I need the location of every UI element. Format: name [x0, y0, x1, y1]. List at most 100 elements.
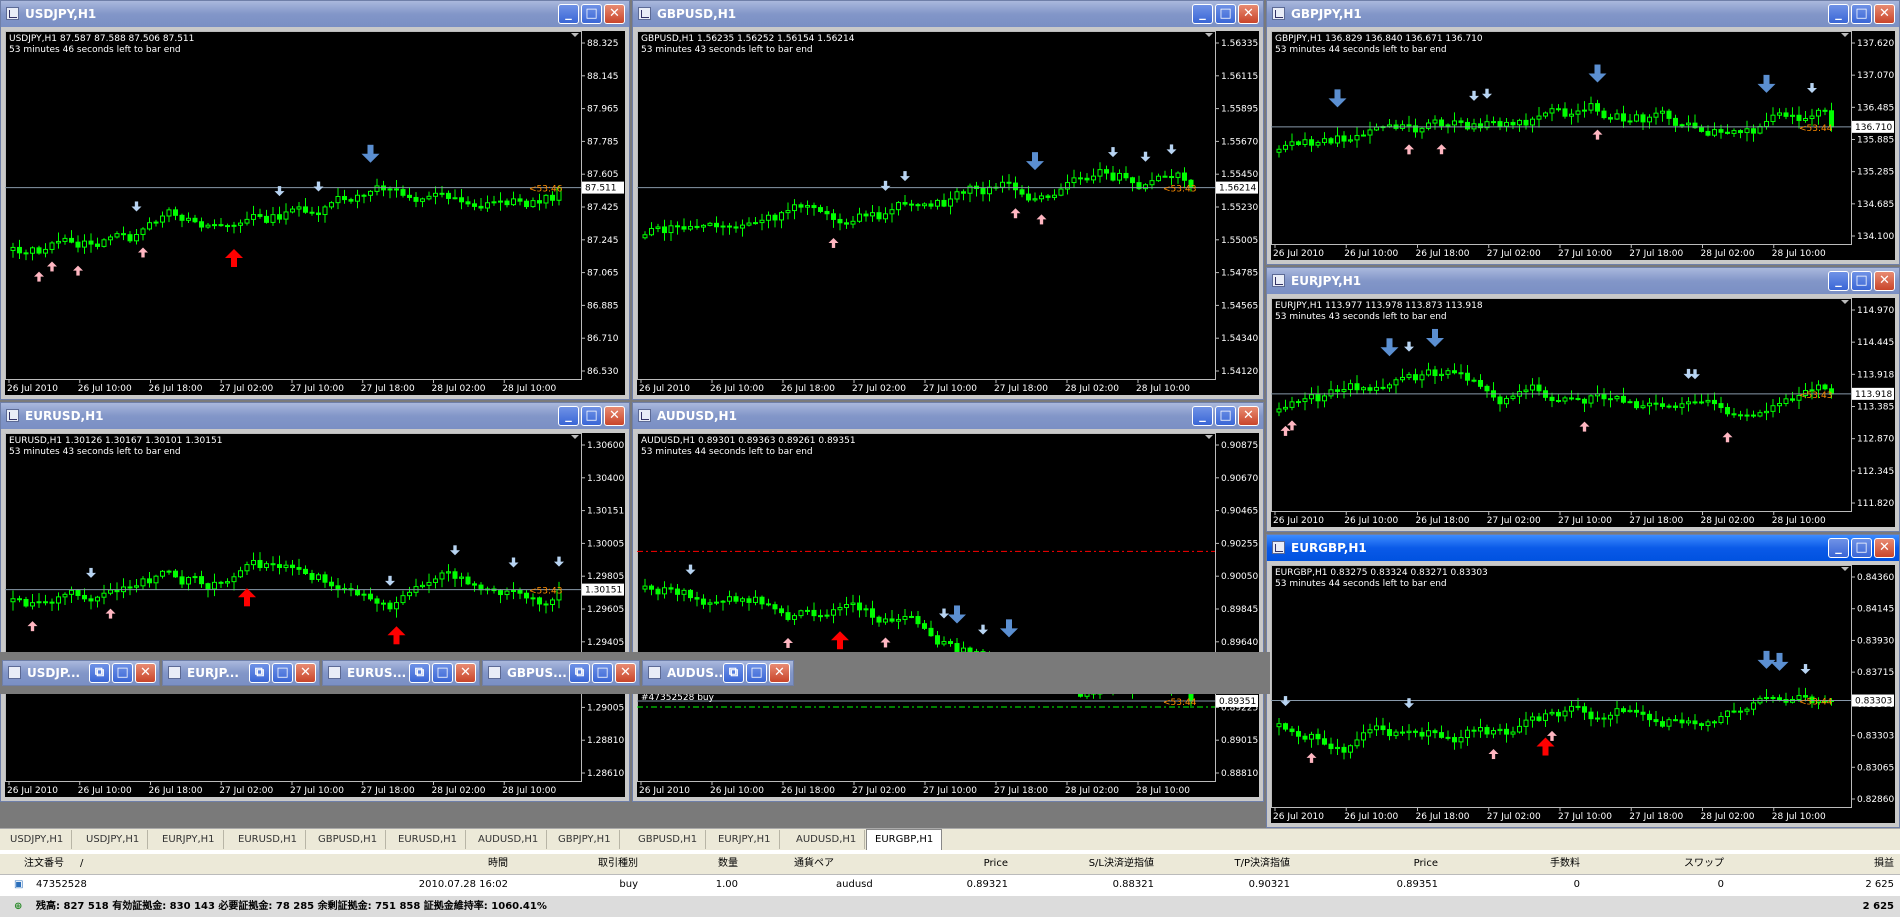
- minimized-window-eurusd[interactable]: EURUS... ⧉ □ ✕: [322, 660, 480, 686]
- maximize-button[interactable]: □: [1215, 406, 1236, 426]
- minimized-window-gbpusd[interactable]: GBPUS... ⧉ □ ✕: [482, 660, 640, 686]
- window-title-bar[interactable]: EURGBP,H1 _ □ ✕: [1267, 535, 1899, 561]
- minimized-window-audusd[interactable]: AUDUS... ⧉ □ ✕: [642, 660, 794, 686]
- table-row[interactable]: ▣ 47352528 2010.07.28 16:02 buy 1.00 aud…: [0, 876, 1900, 894]
- minimize-button[interactable]: _: [1192, 4, 1213, 24]
- tab-gbpusd[interactable]: GBPUSD,H1: [630, 830, 707, 849]
- maximize-button[interactable]: □: [1851, 271, 1872, 291]
- col-take-profit[interactable]: T/P決済指値: [1180, 854, 1290, 874]
- restore-button[interactable]: ⧉: [249, 663, 270, 683]
- col-time[interactable]: 時間: [420, 854, 508, 874]
- window-title-bar[interactable]: GBPJPY,H1 _ □ ✕: [1267, 1, 1899, 27]
- col-order-number[interactable]: 注文番号: [24, 854, 64, 874]
- col-commission[interactable]: 手数料: [1480, 854, 1580, 874]
- tab-eurusd[interactable]: EURUSD,H1: [390, 830, 467, 849]
- minimize-button[interactable]: _: [1828, 271, 1849, 291]
- tab-usdjpy[interactable]: USDJPY,H1: [78, 830, 149, 849]
- chart-plot-area[interactable]: 0.843600.841450.839300.837150.835000.833…: [1271, 565, 1895, 823]
- close-button[interactable]: ✕: [604, 4, 625, 24]
- maximize-button[interactable]: □: [746, 663, 767, 683]
- tab-gbpusd[interactable]: GBPUSD,H1: [310, 830, 387, 849]
- chart-plot-area[interactable]: 88.325 88.145 87.965 87.785 87.605 87.425 87.2…: [5, 31, 625, 395]
- maximize-button[interactable]: □: [1215, 4, 1236, 24]
- close-button[interactable]: ✕: [604, 406, 625, 426]
- chart-window-gbpusd[interactable]: GBPUSD,H1 _ □ ✕ 1.56335 1.56115 1.55895 1.5…: [632, 0, 1264, 400]
- chart-window-gbpjpy[interactable]: GBPJPY,H1 _ □ ✕ 137.620 137.070 136.485 135…: [1266, 0, 1900, 265]
- close-button[interactable]: ✕: [135, 663, 156, 683]
- chart-window-eurusd[interactable]: EURUSD,H1 _ □ ✕ 1.30600 1.30400 1.30151 1.3…: [0, 402, 630, 802]
- close-button[interactable]: ✕: [295, 663, 316, 683]
- maximize-button[interactable]: □: [581, 406, 602, 426]
- restore-button[interactable]: ⧉: [89, 663, 110, 683]
- window-title-bar[interactable]: AUDUSD,H1 _ □ ✕: [633, 403, 1263, 429]
- tab-eurjpy[interactable]: EURJPY,H1: [154, 830, 224, 849]
- tab-usdjpy[interactable]: USDJPY,H1: [2, 830, 73, 849]
- chart-window-eurjpy[interactable]: EURJPY,H1 _ □ ✕ 114.970 114.445 113.918 113…: [1266, 267, 1900, 532]
- maximize-button[interactable]: □: [592, 663, 613, 683]
- close-button[interactable]: ✕: [1238, 4, 1259, 24]
- col-volume[interactable]: 数量: [680, 854, 738, 874]
- chart-window-eurgbp[interactable]: EURGBP,H1 _ □ ✕ 0.84360 0.84145 0.83930 0.8…: [1266, 534, 1900, 828]
- minimized-window-usdjpy[interactable]: USDJP... ⧉ □ ✕: [2, 660, 160, 686]
- window-title-bar[interactable]: EURUSD,H1 _ □ ✕: [1, 403, 629, 429]
- window-title-bar[interactable]: EURJPY,H1 _ □ ✕: [1267, 268, 1899, 294]
- close-button[interactable]: ✕: [455, 663, 476, 683]
- chart-plot-area[interactable]: 137.620 137.070 136.485 135.885 135.285 134.6…: [1271, 31, 1895, 260]
- close-button[interactable]: ✕: [769, 663, 790, 683]
- tab-eurusd[interactable]: EURUSD,H1: [230, 830, 307, 849]
- minimized-window-eurjpy[interactable]: EURJP... ⧉ □ ✕: [162, 660, 320, 686]
- close-button[interactable]: ✕: [1874, 538, 1895, 558]
- time-label: 26 Jul 2010: [1273, 516, 1324, 526]
- minimize-button[interactable]: _: [1192, 406, 1213, 426]
- chart-plot-area[interactable]: 114.970 114.445 113.918 113.385 112.870 112.3…: [1271, 298, 1895, 527]
- chart-plot-area[interactable]: 1.30600 1.30400 1.30151 1.30005 1.29805 1.296…: [5, 433, 625, 797]
- chart-window-usdjpy[interactable]: USDJPY,H1 _ □ ✕ 88.325 88.145 87.965 87.785…: [0, 0, 630, 400]
- col-price[interactable]: Price: [900, 854, 1008, 874]
- candle-body: [1097, 169, 1103, 177]
- minimize-button[interactable]: _: [558, 4, 579, 24]
- time-label: 27 Jul 10:00: [923, 786, 977, 796]
- maximize-button[interactable]: □: [272, 663, 293, 683]
- tab-gbpjpy[interactable]: GBPJPY,H1: [550, 830, 620, 849]
- restore-button[interactable]: ⧉: [569, 663, 590, 683]
- window-title-bar[interactable]: USDJPY,H1 _ □ ✕: [1, 1, 629, 27]
- col-profit[interactable]: 損益: [1790, 854, 1894, 874]
- candle-body: [524, 200, 529, 208]
- chart-window-audusd[interactable]: AUDUSD,H1 _ □ ✕ 0.90875 0.90670 0.90465 0.9…: [632, 402, 1264, 802]
- close-button[interactable]: ✕: [1874, 4, 1895, 24]
- window-title-bar[interactable]: GBPUSD,H1 _ □ ✕: [633, 1, 1263, 27]
- chart-plot-area[interactable]: 1.56335 1.56115 1.55895 1.55670 1.55450 1.552…: [637, 31, 1259, 395]
- maximize-button[interactable]: □: [581, 4, 602, 24]
- tab-eurjpy[interactable]: EURJPY,H1: [710, 830, 780, 849]
- col-type[interactable]: 取引種別: [560, 854, 638, 874]
- col-current-price[interactable]: Price: [1330, 854, 1438, 874]
- col-sort-indicator[interactable]: /: [80, 854, 83, 874]
- candle-body: [95, 596, 100, 602]
- chart-plot-area[interactable]: 0.90875 0.90670 0.90465 0.90255 0.90050 0.898…: [637, 433, 1259, 797]
- candle-body: [316, 574, 321, 580]
- minimize-button[interactable]: _: [1828, 538, 1849, 558]
- close-button[interactable]: ✕: [1874, 271, 1895, 291]
- candle-body: [1790, 114, 1795, 117]
- candle-body: [1471, 729, 1477, 732]
- maximize-button[interactable]: □: [1851, 538, 1872, 558]
- candle-body: [23, 252, 29, 255]
- col-stop-loss[interactable]: S/L決済逆指値: [1030, 854, 1154, 874]
- candle-body: [961, 191, 966, 194]
- arrow-head: [1010, 208, 1021, 214]
- tab-eurgbp[interactable]: EURGBP,H1: [866, 829, 943, 851]
- restore-button[interactable]: ⧉: [723, 663, 744, 683]
- close-button[interactable]: ✕: [615, 663, 636, 683]
- minimize-button[interactable]: _: [558, 406, 579, 426]
- maximize-button[interactable]: □: [432, 663, 453, 683]
- tab-audusd[interactable]: AUDUSD,H1: [470, 830, 548, 849]
- restore-button[interactable]: ⧉: [409, 663, 430, 683]
- close-button[interactable]: ✕: [1238, 406, 1259, 426]
- maximize-button[interactable]: □: [1851, 4, 1872, 24]
- tab-audusd[interactable]: AUDUSD,H1: [788, 830, 866, 849]
- col-symbol[interactable]: 通貨ペア: [794, 854, 834, 874]
- maximize-button[interactable]: □: [112, 663, 133, 683]
- col-swap[interactable]: スワップ: [1620, 854, 1724, 874]
- candle-body: [43, 248, 48, 254]
- minimize-button[interactable]: _: [1828, 4, 1849, 24]
